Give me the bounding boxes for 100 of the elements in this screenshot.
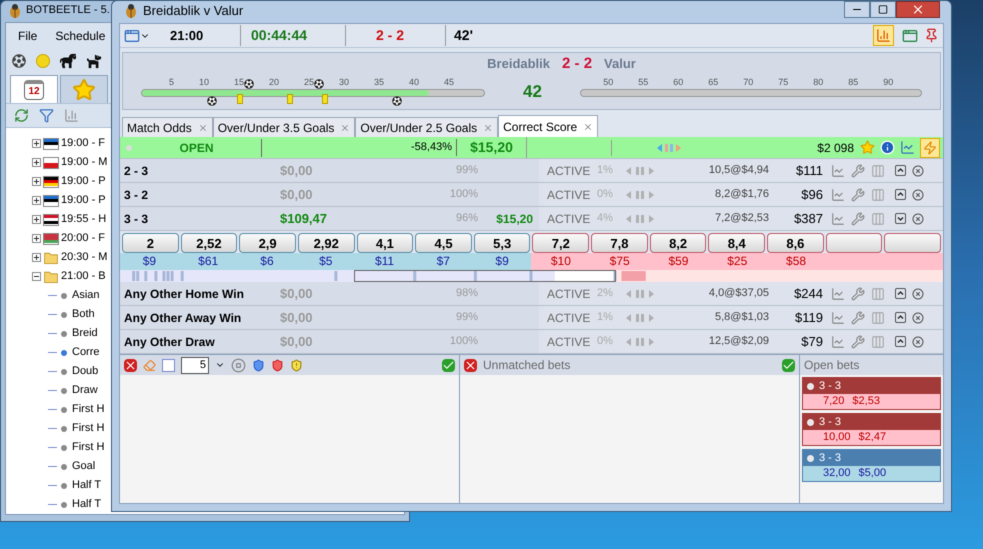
- runner-name[interactable]: Any Other Home Win: [120, 284, 274, 302]
- shield-warning-icon[interactable]: [290, 358, 303, 372]
- tree-item[interactable]: 19:55 - H: [61, 211, 106, 228]
- menu-item[interactable]: Schedule: [55, 27, 106, 45]
- maximize-icon[interactable]: [870, 1, 896, 18]
- tree-item[interactable]: First H: [72, 439, 104, 456]
- tree-item[interactable]: Asian: [72, 287, 100, 304]
- pin-icon[interactable]: [924, 28, 939, 43]
- open-bet-card[interactable]: 3 - 3 10,00 $2,47: [802, 413, 941, 446]
- runner-name[interactable]: 3 - 3: [120, 210, 274, 228]
- price-button[interactable]: 2,9: [239, 233, 296, 253]
- playback-controls-icon[interactable]: [656, 142, 682, 152]
- check-icon[interactable]: [782, 358, 795, 372]
- shield-icon[interactable]: [252, 358, 265, 372]
- horse-icon[interactable]: [60, 53, 76, 69]
- close-icon[interactable]: [912, 312, 924, 324]
- tree-item[interactable]: Draw: [72, 382, 98, 399]
- close-icon[interactable]: [912, 336, 924, 348]
- price-button[interactable]: 7,8: [591, 233, 648, 253]
- ladder-icon[interactable]: [871, 188, 885, 202]
- price-button[interactable]: 2: [122, 233, 179, 253]
- close-icon[interactable]: [464, 358, 477, 372]
- expand-toggle[interactable]: [895, 312, 906, 323]
- runner-name[interactable]: Any Other Away Win: [120, 308, 274, 326]
- tools-icon[interactable]: [851, 212, 865, 226]
- close-icon[interactable]: [896, 1, 940, 18]
- refresh-icon[interactable]: [14, 108, 29, 123]
- price-button[interactable]: 5,3: [474, 233, 530, 253]
- tools-icon[interactable]: [851, 310, 865, 324]
- price-button[interactable]: 8,2: [650, 233, 706, 253]
- runner-name[interactable]: Any Other Draw: [120, 332, 274, 350]
- tennis-ball-icon[interactable]: [36, 54, 50, 68]
- expand-toggle[interactable]: [32, 253, 41, 262]
- price-button[interactable]: 8,6: [767, 233, 824, 253]
- chart-icon[interactable]: [831, 310, 845, 324]
- close-icon[interactable]: [912, 212, 924, 224]
- expand-toggle[interactable]: [32, 215, 41, 224]
- chart-icon[interactable]: [64, 108, 79, 123]
- tree-item[interactable]: 21:00 - B: [61, 268, 106, 285]
- ladder-icon[interactable]: [871, 310, 885, 324]
- tools-icon[interactable]: [851, 286, 865, 300]
- chart-icon[interactable]: [831, 164, 845, 178]
- open-bet-card[interactable]: 3 - 3 7,20 $2,53: [802, 377, 941, 410]
- expand-toggle[interactable]: [895, 336, 906, 347]
- price-button[interactable]: 2,92: [298, 233, 355, 253]
- lightning-button[interactable]: [920, 138, 940, 158]
- market-tab[interactable]: Match Odds: [122, 117, 213, 137]
- chart-icon[interactable]: [831, 188, 845, 202]
- ladder-icon[interactable]: [871, 164, 885, 178]
- tree-item[interactable]: 19:00 - P: [61, 192, 106, 209]
- close-icon[interactable]: [912, 288, 924, 300]
- chart-icon[interactable]: [831, 286, 845, 300]
- runner-name[interactable]: 3 - 2: [120, 186, 274, 204]
- info-icon[interactable]: [880, 140, 895, 155]
- ladder-icon[interactable]: [871, 334, 885, 348]
- window-icon[interactable]: [902, 28, 918, 44]
- price-button[interactable]: 7,2: [532, 233, 590, 253]
- star-icon[interactable]: [860, 140, 875, 155]
- tree-item[interactable]: Breid: [72, 325, 98, 342]
- check-icon[interactable]: [442, 358, 455, 372]
- sidebar-tab[interactable]: 12: [10, 75, 58, 103]
- tree-item[interactable]: 19:00 - F: [61, 135, 106, 152]
- tree-item[interactable]: Goal: [72, 458, 96, 475]
- tree-item[interactable]: 20:30 - M: [61, 249, 108, 266]
- expand-toggle[interactable]: [32, 158, 41, 167]
- dog-icon[interactable]: [86, 53, 102, 69]
- stake-field[interactable]: 5: [181, 356, 209, 374]
- market-tab[interactable]: Correct Score: [498, 115, 598, 137]
- tree-item[interactable]: Doub: [72, 363, 98, 380]
- price-button[interactable]: 4,5: [415, 233, 472, 253]
- chart-icon[interactable]: [831, 334, 845, 348]
- market-tab[interactable]: Over/Under 3.5 Goals: [212, 117, 356, 137]
- expand-toggle[interactable]: [32, 139, 41, 148]
- expand-toggle[interactable]: [32, 177, 41, 186]
- price-button[interactable]: [826, 233, 882, 253]
- runner-name[interactable]: 2 - 3: [120, 162, 274, 180]
- tree-item[interactable]: Corre: [72, 344, 100, 361]
- ladder-icon[interactable]: [871, 286, 885, 300]
- tools-icon[interactable]: [851, 164, 865, 178]
- expand-toggle[interactable]: [32, 196, 41, 205]
- sidebar-tab[interactable]: [60, 75, 108, 103]
- market-tab[interactable]: Over/Under 2.5 Goals: [355, 117, 498, 137]
- price-button[interactable]: 4,1: [356, 233, 414, 253]
- eraser-icon[interactable]: [143, 358, 156, 372]
- price-button[interactable]: 2,52: [180, 233, 238, 253]
- shield-icon[interactable]: [271, 358, 284, 372]
- expand-toggle[interactable]: [895, 189, 906, 200]
- add-window-icon[interactable]: [124, 28, 140, 44]
- close-icon[interactable]: [912, 164, 924, 176]
- chart-toggle[interactable]: [873, 25, 894, 46]
- price-button[interactable]: [884, 233, 941, 253]
- expand-toggle[interactable]: [32, 272, 41, 281]
- expand-toggle[interactable]: [895, 288, 906, 299]
- tree-item[interactable]: Both: [72, 306, 95, 323]
- menu-item[interactable]: File: [18, 27, 38, 45]
- expand-toggle[interactable]: [895, 165, 906, 176]
- filter-icon[interactable]: [39, 108, 54, 123]
- price-button[interactable]: 8,4: [708, 233, 766, 253]
- tree-item[interactable]: Half T: [72, 496, 102, 513]
- tree-item[interactable]: 19:00 - M: [61, 154, 108, 171]
